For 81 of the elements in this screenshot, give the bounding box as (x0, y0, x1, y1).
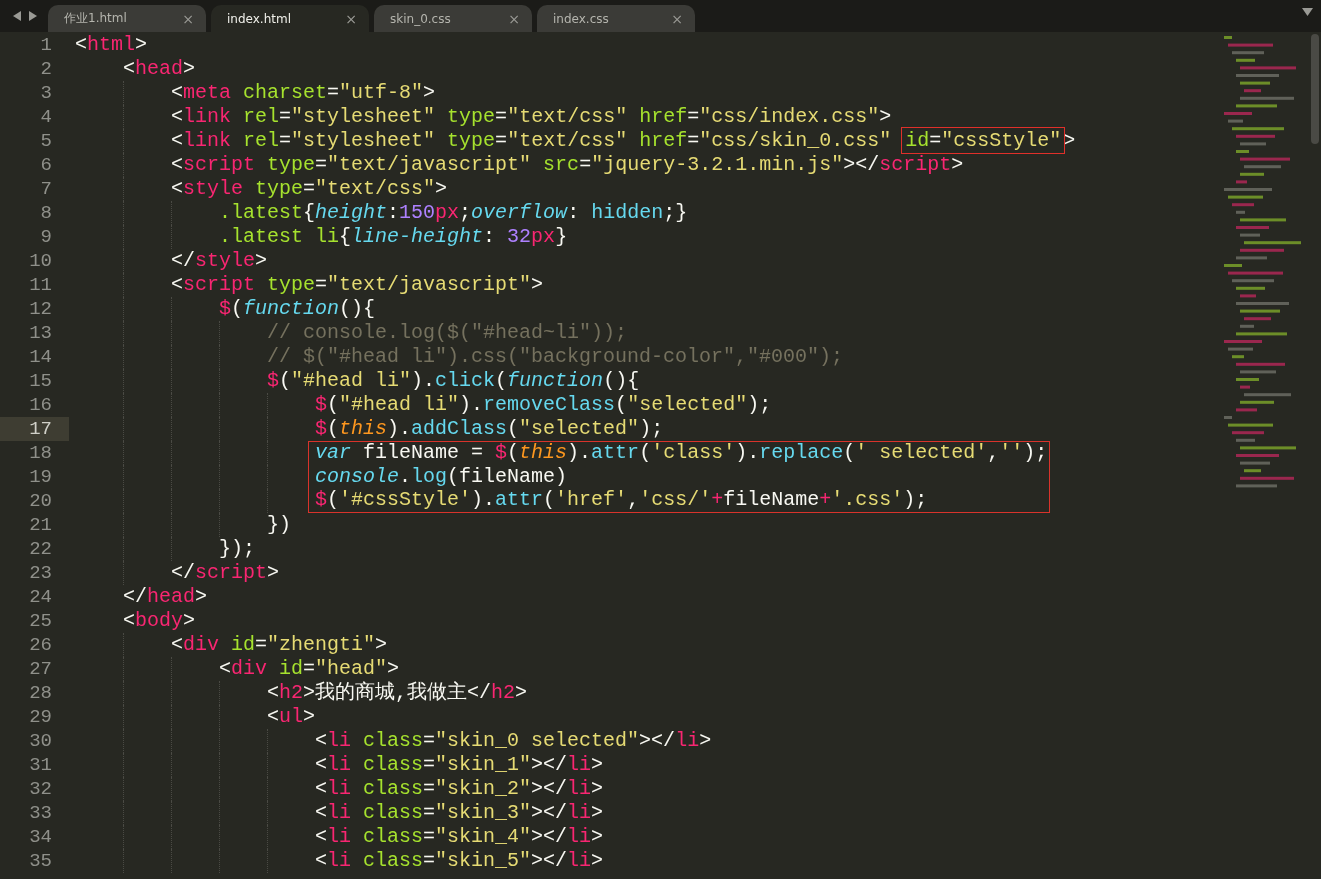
code-line: <link rel="stylesheet" type="text/css" href="css/index.css"> (171, 105, 892, 129)
code-line: <script type="text/javascript" src="jquery-3.2.1.min.js"></script> (171, 153, 964, 177)
line-number: 20 (28, 489, 53, 513)
code-line: $(this).addClass("selected"); (315, 417, 664, 441)
close-tab-button[interactable]: × (182, 10, 194, 27)
code-line: <head> (123, 57, 196, 81)
line-number: 10 (28, 249, 53, 273)
line-number: 23 (28, 561, 53, 585)
code-line: <div id="zhengti"> (171, 633, 388, 657)
code-line: <meta charset="utf-8"> (171, 81, 436, 105)
dropdown-icon[interactable] (1302, 8, 1313, 16)
file-tab[interactable]: index.html × (211, 5, 369, 32)
code-line: <html> (75, 33, 148, 57)
code-line: .latest li{line-height: 32px} (219, 225, 568, 249)
line-number: 35 (28, 849, 53, 873)
code-line: <h2>我的商城,我做主</h2> (267, 681, 528, 705)
close-tab-button[interactable]: × (508, 10, 520, 27)
code-line: }) (267, 513, 291, 537)
line-number: 29 (28, 705, 53, 729)
line-number: 33 (28, 801, 53, 825)
line-number: 25 (28, 609, 53, 633)
line-number: 32 (28, 777, 53, 801)
line-number: 1 (39, 33, 53, 57)
forward-icon[interactable] (28, 10, 38, 22)
line-number: 2 (39, 57, 53, 81)
code-line: <li class="skin_2"></li> (315, 777, 604, 801)
code-line: <ul> (267, 705, 316, 729)
line-number: 30 (28, 729, 53, 753)
line-number: 15 (28, 369, 53, 393)
scrollbar-thumb[interactable] (1311, 34, 1319, 144)
code-line: </script> (171, 561, 280, 585)
line-number: 12 (28, 297, 53, 321)
code-line: $(function(){ (219, 297, 376, 321)
line-number: 9 (39, 225, 53, 249)
code-line: console.log(fileName) (308, 465, 1050, 489)
code-line: $("#head li").click(function(){ (267, 369, 640, 393)
line-number: 17 (0, 417, 69, 441)
code-line: <body> (123, 609, 196, 633)
code-line: // console.log($("#head~li")); (267, 321, 628, 345)
line-number: 18 (28, 441, 53, 465)
code-line: $("#head li").removeClass("selected"); (315, 393, 772, 417)
line-number: 28 (28, 681, 53, 705)
line-number: 21 (28, 513, 53, 537)
line-number: 22 (28, 537, 53, 561)
file-tab[interactable]: 作业1.html × (48, 5, 206, 32)
code-line: </head> (123, 585, 208, 609)
code-line: <li class="skin_4"></li> (315, 825, 604, 849)
line-number: 7 (39, 177, 53, 201)
code-line: $('#cssStyle').attr('href','css/'+fileName+'.css'); (308, 489, 1050, 513)
line-number: 5 (39, 129, 53, 153)
line-number: 11 (28, 273, 53, 297)
line-number: 6 (39, 153, 53, 177)
file-tab[interactable]: skin_0.css × (374, 5, 532, 32)
code-line: <div id="head"> (219, 657, 400, 681)
line-number: 3 (39, 81, 53, 105)
code-line: <li class="skin_3"></li> (315, 801, 604, 825)
code-line: .latest{height:150px;overflow: hidden;} (219, 201, 688, 225)
back-icon[interactable] (12, 10, 22, 22)
line-number: 19 (28, 465, 53, 489)
code-line: var fileName = $(this).attr('class').replace(' selected',''); (308, 441, 1050, 465)
line-number: 8 (39, 201, 53, 225)
code-line: </style> (171, 249, 268, 273)
line-number: 4 (39, 105, 53, 129)
code-line: <script type="text/javascript"> (171, 273, 544, 297)
code-line: <li class="skin_1"></li> (315, 753, 604, 777)
close-tab-button[interactable]: × (671, 10, 683, 27)
code-line: }); (219, 537, 255, 561)
line-number: 16 (28, 393, 53, 417)
line-number: 26 (28, 633, 53, 657)
code-line: <style type="text/css"> (171, 177, 448, 201)
file-tab[interactable]: index.css × (537, 5, 695, 32)
line-number: 34 (28, 825, 53, 849)
line-number: 27 (28, 657, 53, 681)
code-line: <li class="skin_0 selected"></li> (315, 729, 712, 753)
close-tab-button[interactable]: × (345, 10, 357, 27)
line-number: 14 (28, 345, 53, 369)
line-number: 24 (28, 585, 53, 609)
code-line: <li class="skin_5"></li> (315, 849, 604, 873)
code-line: // $("#head li").css("background-color","#000"); (267, 345, 844, 369)
line-number: 13 (28, 321, 53, 345)
line-number: 31 (28, 753, 53, 777)
